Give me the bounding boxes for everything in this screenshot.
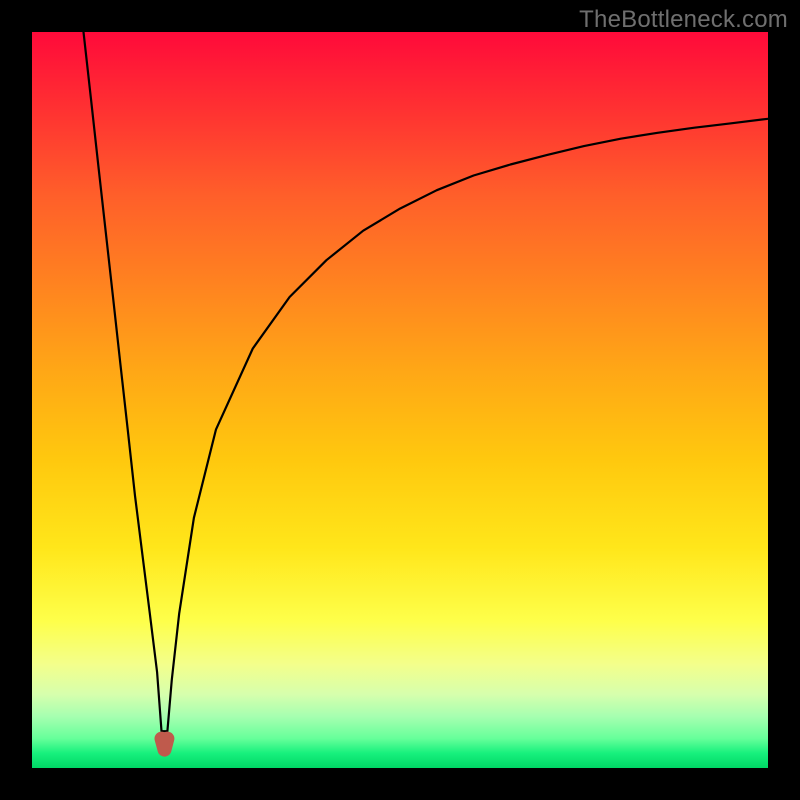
bottleneck-curve [32,32,768,768]
curve-path [84,32,769,731]
chart-plot-area [32,32,768,768]
watermark-text: TheBottleneck.com [579,6,788,34]
frame: TheBottleneck.com [0,0,800,800]
notch-marker [162,739,168,750]
